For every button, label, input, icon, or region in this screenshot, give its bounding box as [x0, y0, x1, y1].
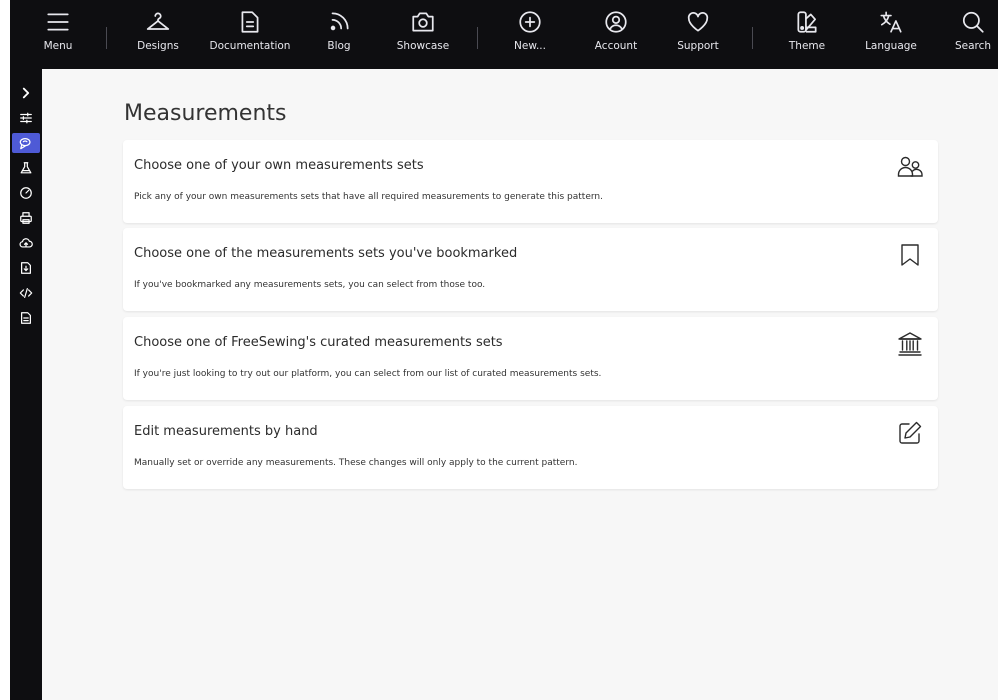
bookmark-icon — [896, 241, 924, 269]
language-button[interactable]: Language — [863, 6, 919, 66]
card-title: Choose one of FreeSewing's curated measu… — [134, 335, 503, 350]
card-description: If you're just looking to try out our pl… — [134, 369, 602, 379]
card-description: If you've bookmarked any measurements se… — [134, 280, 486, 290]
users-icon — [896, 153, 924, 181]
sidebar-expand-button[interactable] — [12, 83, 40, 103]
nav-divider — [752, 27, 753, 49]
new-label: New... — [514, 40, 546, 52]
camera-icon — [410, 6, 436, 35]
blog-label: Blog — [327, 40, 351, 52]
language-label: Language — [865, 40, 917, 52]
hanger-icon — [145, 6, 171, 35]
translate-icon — [878, 6, 904, 35]
export-icon — [19, 261, 33, 275]
documentation-label: Documentation — [209, 40, 291, 52]
nav-divider — [477, 27, 478, 49]
card-description: Manually set or override any measurement… — [134, 458, 578, 468]
own-sets-card[interactable]: Choose one of your own measurements sets… — [123, 140, 938, 223]
heart-icon — [685, 6, 711, 35]
sliders-icon — [19, 111, 33, 125]
measuring-tape-icon — [19, 136, 33, 150]
blog-button[interactable]: Blog — [319, 6, 359, 66]
swatch-icon — [794, 6, 820, 35]
card-title: Choose one of the measurements sets you'… — [134, 246, 518, 261]
new-button[interactable]: New... — [510, 6, 550, 66]
menu-button[interactable]: Menu — [36, 6, 80, 66]
flask-icon — [19, 161, 33, 175]
card-description: Pick any of your own measurements sets t… — [134, 192, 603, 202]
designs-button[interactable]: Designs — [133, 6, 183, 66]
gauge-icon — [19, 186, 33, 200]
support-button[interactable]: Support — [672, 6, 724, 66]
search-button[interactable]: Search — [953, 6, 993, 66]
account-label: Account — [594, 40, 638, 52]
sidebar-item-time[interactable] — [12, 183, 40, 203]
edit-icon — [896, 419, 924, 447]
main-content: Measurements Choose one of your own meas… — [42, 69, 998, 700]
document-icon — [237, 6, 263, 35]
card-title: Edit measurements by hand — [134, 424, 318, 439]
search-icon — [960, 6, 986, 35]
designs-label: Designs — [137, 40, 179, 52]
curated-sets-card[interactable]: Choose one of FreeSewing's curated measu… — [123, 317, 938, 400]
support-label: Support — [677, 40, 719, 52]
theme-label: Theme — [788, 40, 826, 52]
code-icon — [19, 286, 33, 300]
document-icon — [19, 311, 33, 325]
user-circle-icon — [603, 6, 629, 35]
bookmarked-sets-card[interactable]: Choose one of the measurements sets you'… — [123, 228, 938, 311]
documentation-button[interactable]: Documentation — [207, 6, 293, 66]
sidebar-item-test[interactable] — [12, 158, 40, 178]
sidebar-item-export[interactable] — [12, 258, 40, 278]
nav-divider — [106, 27, 107, 49]
cloud-upload-icon — [19, 236, 33, 250]
menu-label: Menu — [43, 40, 73, 52]
sidebar-item-settings[interactable] — [12, 108, 40, 128]
rss-icon — [326, 6, 352, 35]
plus-circle-icon — [517, 6, 543, 35]
sidebar-item-code[interactable] — [12, 283, 40, 303]
sidebar-item-measurements[interactable] — [12, 133, 40, 153]
printer-icon — [19, 211, 33, 225]
institution-icon — [896, 330, 924, 358]
sidebar-item-docs[interactable] — [12, 308, 40, 328]
showcase-button[interactable]: Showcase — [394, 6, 452, 66]
sidebar — [10, 69, 42, 700]
edit-by-hand-card[interactable]: Edit measurements by hand Manually set o… — [123, 406, 938, 489]
top-navigation-bar: Menu Designs Documentation Blog Showcase… — [10, 0, 998, 69]
menu-icon — [45, 6, 71, 35]
showcase-label: Showcase — [396, 40, 450, 52]
page-title: Measurements — [124, 101, 287, 126]
account-button[interactable]: Account — [590, 6, 642, 66]
search-label: Search — [954, 40, 992, 52]
theme-button[interactable]: Theme — [785, 6, 829, 66]
sidebar-item-save[interactable] — [12, 233, 40, 253]
chevron-right-icon — [19, 86, 33, 100]
card-title: Choose one of your own measurements sets — [134, 158, 424, 173]
sidebar-item-print[interactable] — [12, 208, 40, 228]
